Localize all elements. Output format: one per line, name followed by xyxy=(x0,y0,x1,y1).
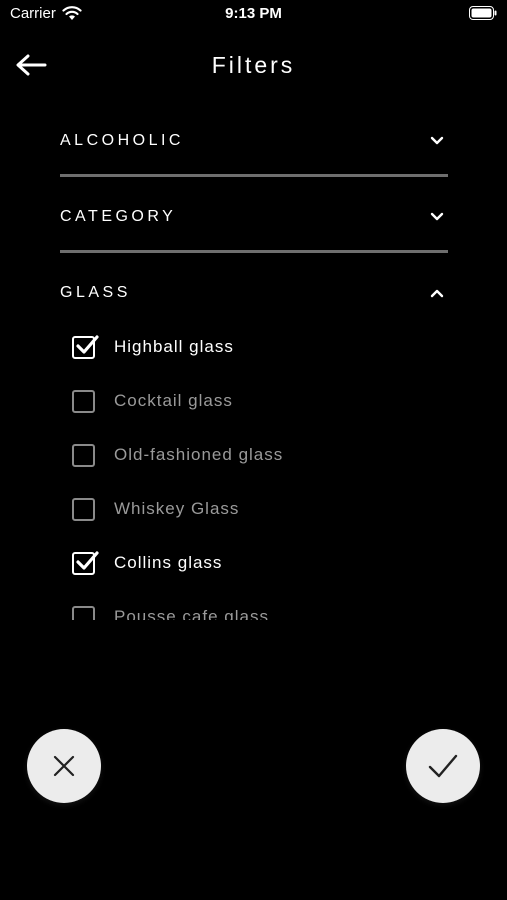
checkmark-icon xyxy=(76,334,99,354)
section-glass[interactable]: GLASS xyxy=(60,262,448,324)
confirm-button[interactable] xyxy=(406,729,480,803)
battery-icon xyxy=(469,6,497,20)
filter-sections: ALCOHOLIC CATEGORY GLASS xyxy=(60,110,448,324)
checkbox-checked[interactable] xyxy=(72,334,99,359)
glass-options-list[interactable]: Highball glass Cocktail glass Old-fashione… xyxy=(60,320,448,620)
checkbox-unchecked[interactable] xyxy=(72,497,95,521)
section-category[interactable]: CATEGORY xyxy=(60,186,448,248)
checkbox-checked[interactable] xyxy=(72,550,99,575)
glass-option[interactable]: Old-fashioned glass xyxy=(60,428,448,482)
checkmark-icon xyxy=(76,550,99,570)
option-label: Highball glass xyxy=(114,337,234,356)
option-label: Cocktail glass xyxy=(114,391,233,410)
status-time: 9:13 PM xyxy=(225,5,282,22)
divider xyxy=(60,250,448,253)
divider xyxy=(60,174,448,177)
chevron-down-icon xyxy=(430,136,444,145)
section-label: ALCOHOLIC xyxy=(60,132,184,149)
chevron-down-icon xyxy=(430,212,444,221)
close-icon xyxy=(53,755,75,777)
chevron-up-icon xyxy=(430,289,444,298)
status-bar: Carrier 9:13 PM xyxy=(0,0,507,30)
glass-option[interactable]: Whiskey Glass xyxy=(60,482,448,536)
section-label: CATEGORY xyxy=(60,208,177,225)
glass-option[interactable]: Pousse cafe glass xyxy=(60,590,448,620)
cancel-button[interactable] xyxy=(27,729,101,803)
option-label: Old-fashioned glass xyxy=(114,445,284,464)
glass-option[interactable]: Collins glass xyxy=(60,536,448,590)
checkbox-unchecked[interactable] xyxy=(72,443,95,467)
option-label: Whiskey Glass xyxy=(114,499,240,518)
checkbox-unchecked[interactable] xyxy=(72,389,95,413)
filters-screen: Carrier 9:13 PM Filters ALCOHOLIC CATEGO… xyxy=(0,0,507,900)
section-alcoholic[interactable]: ALCOHOLIC xyxy=(60,110,448,172)
section-label: GLASS xyxy=(60,284,131,301)
option-label: Collins glass xyxy=(114,553,223,572)
glass-option[interactable]: Highball glass xyxy=(60,320,448,374)
page-title: Filters xyxy=(211,52,296,78)
glass-option[interactable]: Cocktail glass xyxy=(60,374,448,428)
option-label: Pousse cafe glass xyxy=(114,607,269,620)
checkmark-icon xyxy=(428,754,458,778)
checkbox-unchecked[interactable] xyxy=(72,605,95,620)
